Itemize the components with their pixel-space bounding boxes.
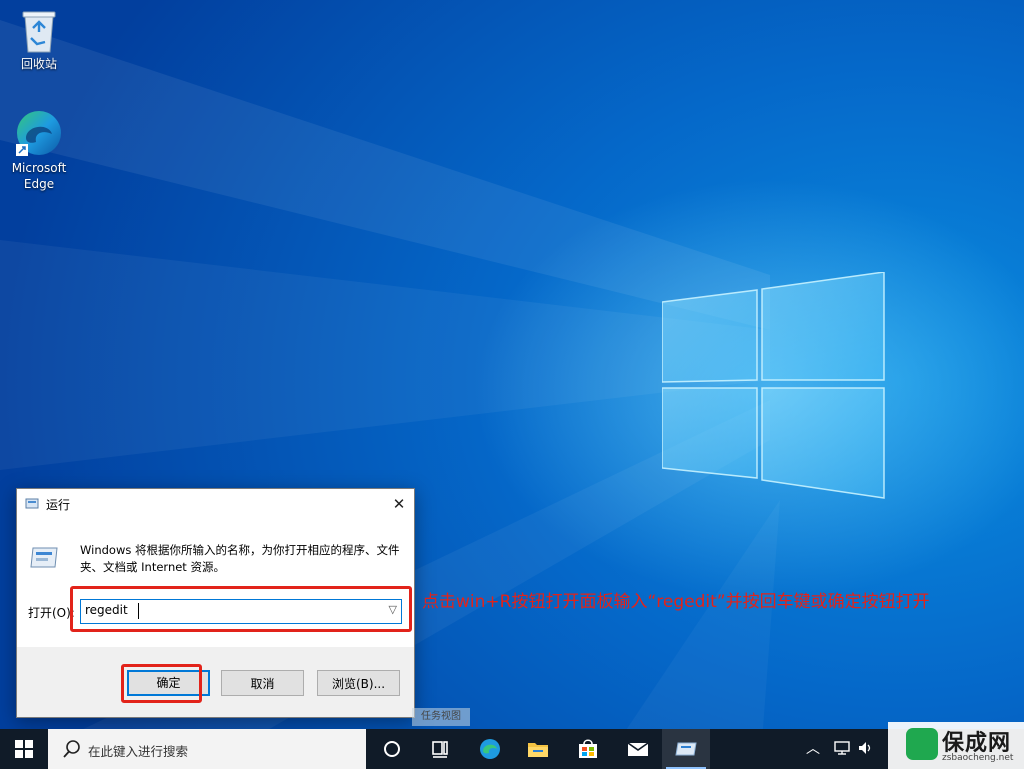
task-view-tooltip: 任务视图	[412, 708, 470, 726]
volume-icon[interactable]	[858, 740, 874, 756]
desktop-icon-label: 回收站	[20, 57, 57, 71]
taskbar-task-view-button[interactable]	[416, 729, 464, 769]
taskbar-run-button[interactable]	[662, 729, 710, 769]
network-icon[interactable]	[834, 740, 850, 756]
brand-logo-icon	[906, 728, 938, 760]
edge-icon	[16, 111, 61, 156]
run-dialog-title: 运行	[46, 498, 71, 512]
open-label: 打开(O):	[28, 606, 75, 620]
recycle-bin-icon	[22, 11, 56, 53]
start-button[interactable]	[0, 729, 48, 769]
taskbar-mail-button[interactable]	[614, 729, 662, 769]
highlight-ok-box	[121, 664, 202, 703]
desktop-icon-label: Microsoft Edge	[11, 161, 67, 191]
run-icon	[675, 742, 697, 756]
run-icon	[25, 498, 39, 509]
edge-icon	[480, 739, 500, 759]
run-dialog-titlebar[interactable]: 运行 ✕	[17, 489, 414, 519]
taskbar-file-explorer-button[interactable]	[514, 729, 562, 769]
watermark-domain: zsbaocheng.net	[942, 753, 1014, 763]
wallpaper-windows-logo	[662, 272, 885, 499]
site-watermark: 保成网 zsbaocheng.net	[888, 722, 1024, 769]
mail-icon	[627, 742, 649, 756]
cancel-button[interactable]: 取消	[221, 670, 304, 696]
taskbar-search-box[interactable]: 在此键入进行搜索	[48, 729, 366, 769]
browse-button[interactable]: 浏览(B)...	[317, 670, 400, 696]
cortana-icon	[384, 741, 400, 757]
close-icon: ✕	[392, 495, 406, 513]
desktop-icon-edge[interactable]: Microsoft Edge	[6, 108, 72, 192]
run-dialog-description: Windows 将根据你所输入的名称，为你打开相应的程序、文件夹、文档或 Int…	[80, 543, 400, 574]
annotation-text: 点击win+R按钮打开面板输入“regedit”并按回车键或确定按钮打开	[422, 592, 930, 612]
store-icon	[579, 739, 597, 758]
close-button[interactable]: ✕	[384, 489, 414, 519]
desktop-icon-recycle-bin[interactable]: 回收站	[6, 8, 72, 72]
windows-start-icon	[15, 740, 33, 758]
taskbar-edge-button[interactable]	[466, 729, 514, 769]
search-icon	[63, 740, 80, 758]
taskbar: 在此键入进行搜索 ︿	[0, 729, 1024, 769]
task-view-icon	[432, 741, 448, 758]
search-placeholder: 在此键入进行搜索	[88, 744, 189, 759]
file-explorer-icon	[528, 743, 548, 757]
taskbar-cortana-button[interactable]	[368, 729, 416, 769]
run-large-icon	[30, 547, 58, 568]
highlight-input-box	[70, 586, 412, 632]
show-hidden-icons-chevron-up-icon[interactable]: ︿	[806, 729, 820, 769]
taskbar-store-button[interactable]	[564, 729, 612, 769]
